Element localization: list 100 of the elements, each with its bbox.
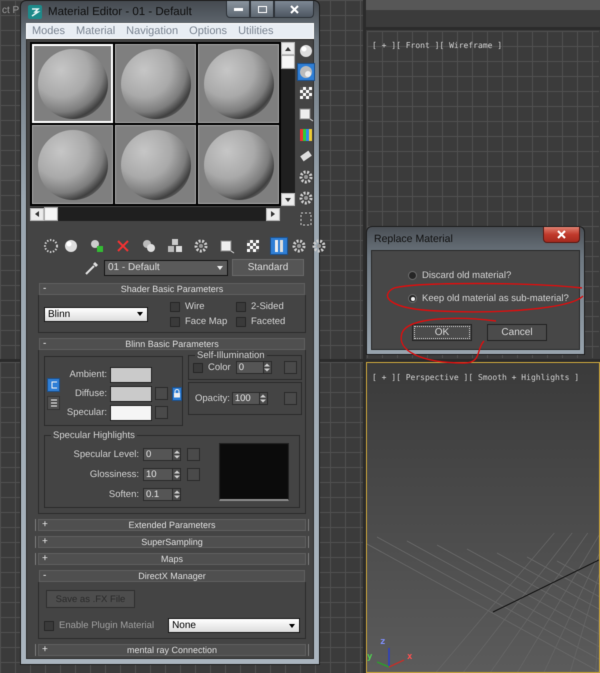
gear-icon [298, 169, 314, 185]
lock-button[interactable] [172, 386, 182, 400]
viewport-label[interactable]: [ + ][ Front ][ Wireframe ] [372, 41, 502, 50]
material-slot[interactable] [198, 44, 279, 123]
spinner-arrows[interactable] [173, 448, 181, 460]
close-button[interactable] [274, 1, 314, 18]
square-icon [298, 106, 314, 122]
toolbar-button[interactable] [140, 237, 158, 255]
color-bars-icon [298, 127, 314, 143]
axis-label: x [407, 653, 412, 662]
toolbar-button[interactable] [166, 237, 184, 255]
scroll-down-button[interactable] [281, 193, 295, 206]
toolbar-button[interactable] [62, 237, 80, 255]
close-button[interactable] [543, 227, 580, 243]
cubes-icon [167, 238, 183, 254]
rollout-header[interactable]: + Extended Parameters [38, 519, 306, 531]
toolbar-button[interactable] [290, 237, 308, 255]
window-title: Material Editor - 01 - Default [48, 6, 193, 18]
up-arrow-icon [284, 44, 292, 52]
menu-item[interactable]: Options [189, 24, 228, 37]
color-swatch[interactable] [110, 366, 152, 382]
toolbar-button[interactable] [297, 63, 315, 81]
material-slot[interactable] [115, 44, 196, 123]
material-slot[interactable] [32, 125, 113, 204]
opacity-label: Opacity: [195, 393, 230, 404]
minimize-icon [234, 8, 242, 10]
rollout-header[interactable]: + mental ray Connection [38, 644, 306, 656]
spheres-icon [141, 238, 157, 254]
checkbox-label: Color [208, 362, 231, 373]
viewport-label: ct P [2, 6, 20, 15]
scroll-up-button[interactable] [281, 42, 295, 55]
color-swatch[interactable] [110, 404, 152, 420]
color-swatch[interactable] [110, 386, 152, 402]
sphere-icon [63, 238, 79, 254]
parameter-field[interactable]: 0.1 [143, 488, 173, 500]
toolbar-button[interactable] [88, 237, 106, 255]
self-illumination-field[interactable]: 0 [236, 361, 264, 374]
scroll-left-button[interactable] [30, 208, 44, 220]
toolbar-button[interactable] [244, 237, 262, 255]
radio-button[interactable] [408, 294, 417, 303]
toolbar-button[interactable] [297, 126, 315, 144]
spinner-arrows[interactable] [173, 468, 181, 480]
menu-item[interactable]: Navigation [126, 24, 178, 37]
opacity-field[interactable]: 100 [232, 392, 260, 405]
rollout-header[interactable]: - Shader Basic Parameters [39, 283, 305, 295]
parameter-field[interactable]: 10 [143, 468, 173, 480]
material-name-field[interactable]: 01 - Default [104, 260, 228, 276]
material-type-button[interactable]: Standard [232, 259, 304, 276]
scroll-thumb[interactable] [281, 55, 295, 69]
spinner-arrows[interactable] [173, 488, 181, 500]
rollout-header[interactable]: - DirectX Manager [39, 570, 305, 582]
checkbox[interactable] [44, 620, 54, 630]
menu-item[interactable]: Utilities [238, 24, 274, 37]
right-arrow-icon [269, 210, 277, 218]
sphere-icon [43, 238, 59, 254]
color-mode-button[interactable] [47, 378, 60, 392]
scroll-thumb[interactable] [44, 207, 58, 221]
dialog-button[interactable]: Cancel [487, 324, 547, 341]
parameter-field[interactable]: 0 [143, 448, 173, 460]
toolbar-button[interactable] [297, 84, 315, 102]
color-mode-button[interactable] [47, 396, 60, 410]
menu-item[interactable]: Material [76, 24, 116, 37]
toolbar-button[interactable] [297, 189, 315, 207]
material-slot[interactable] [115, 125, 196, 204]
checkbox[interactable] [170, 316, 180, 326]
caret-icon [136, 310, 144, 318]
toolbar-button[interactable] [42, 237, 60, 255]
checkbox[interactable] [236, 316, 246, 326]
rollout-header[interactable]: - Blinn Basic Parameters [39, 338, 305, 350]
parameter-label: Specular Level: [72, 448, 139, 460]
color-label: Specular: [66, 407, 107, 418]
material-slot[interactable] [198, 125, 279, 204]
maximize-button[interactable] [250, 1, 274, 18]
parameter-label: Soften: [108, 488, 139, 500]
radio-label: Keep old material as sub-material? [422, 293, 569, 304]
dialog-button[interactable]: OK [412, 324, 472, 341]
scroll-right-button[interactable] [266, 208, 280, 220]
viewport-label[interactable]: [ + ][ Perspective ][ Smooth + Highlights ] [372, 373, 580, 382]
toolbar-button[interactable] [297, 168, 315, 186]
checkbox-label: 2-Sided [251, 301, 284, 312]
eyedropper-icon[interactable] [84, 260, 100, 276]
plugin-dropdown[interactable]: None [168, 618, 300, 633]
gear-icon [291, 238, 307, 254]
group-title: Self-Illumination [196, 350, 266, 361]
toolbar-button[interactable] [270, 237, 288, 255]
radio-button[interactable] [408, 271, 417, 280]
perspective-viewport[interactable]: [ + ][ Perspective ][ Smooth + Highlights ] z y x [366, 362, 600, 673]
toolbar-button[interactable] [192, 237, 210, 255]
checkbox[interactable] [193, 362, 203, 372]
toolbar-button[interactable] [297, 42, 315, 60]
toolbar-button[interactable] [310, 237, 328, 255]
rollout-header[interactable]: + Maps [38, 553, 306, 565]
rollout-header[interactable]: + SuperSampling [38, 536, 306, 548]
minimize-button[interactable] [226, 1, 250, 18]
menu-item[interactable]: Modes [32, 24, 66, 37]
checkbox[interactable] [236, 302, 246, 312]
shader-dropdown[interactable]: Blinn [44, 306, 148, 322]
checkbox[interactable] [170, 302, 180, 312]
checkbox-label: Faceted [251, 316, 286, 327]
dialog-title: Replace Material [374, 232, 454, 244]
